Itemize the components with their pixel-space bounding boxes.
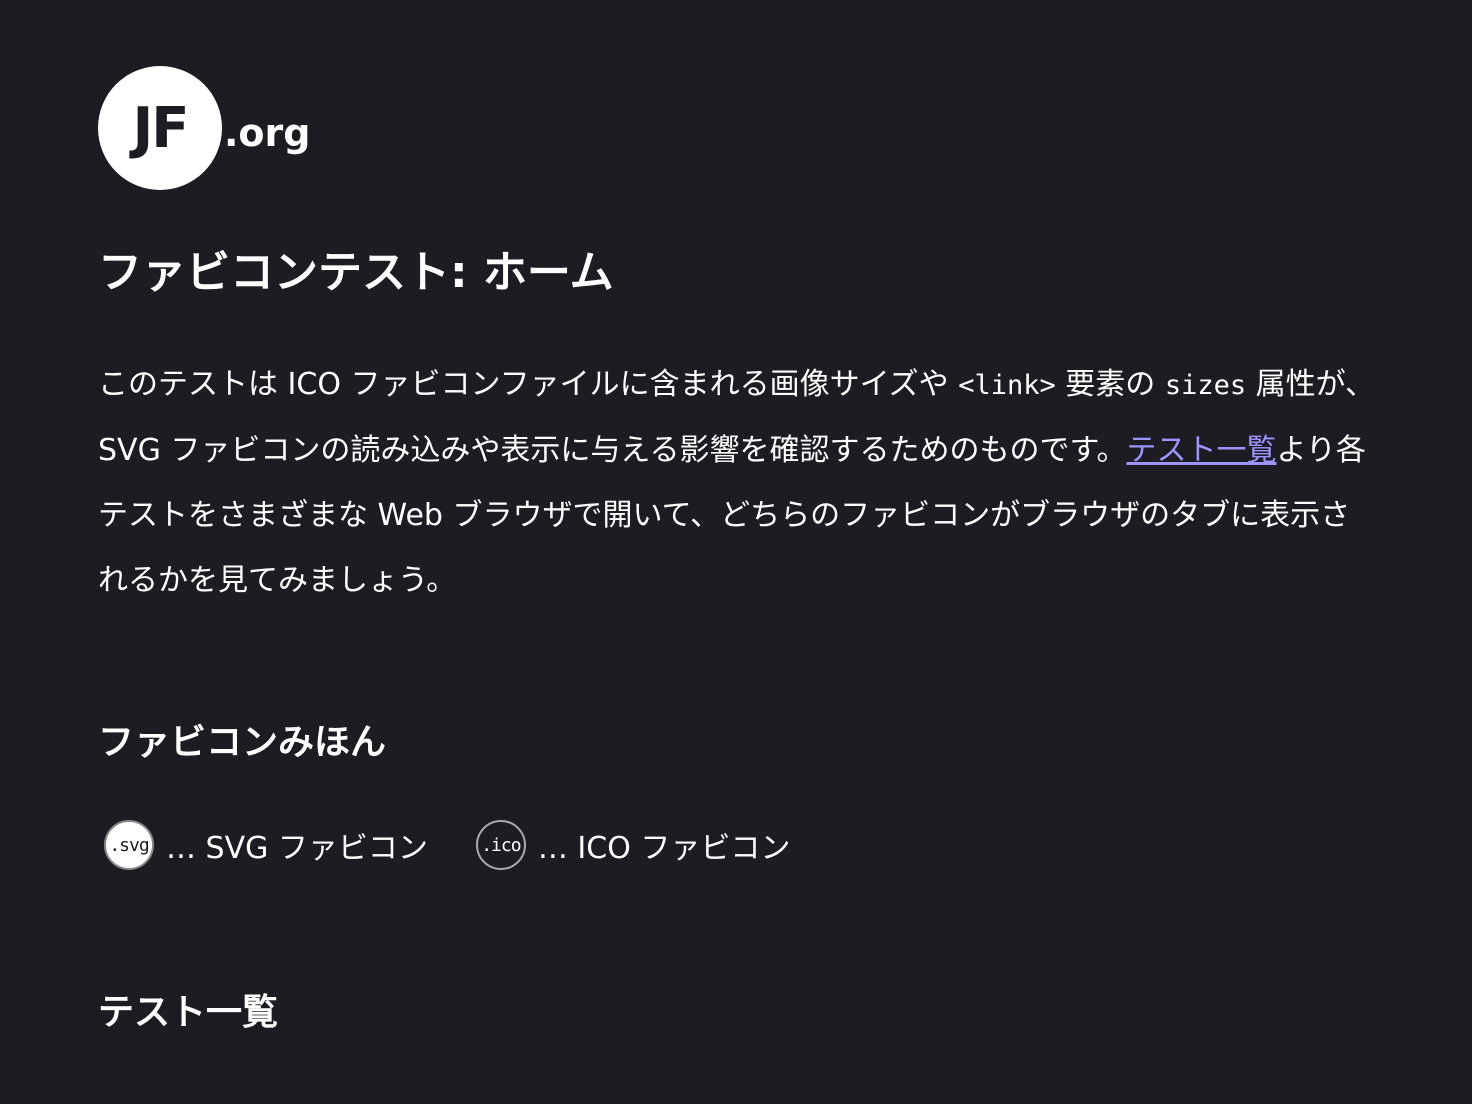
test-list-link[interactable]: テスト一覧 <box>1126 433 1276 468</box>
logo-mark: JF <box>98 66 222 190</box>
favicon-samples: .svg … SVG ファビコン .ico … ICO ファビコン <box>104 820 790 870</box>
sample-label-svg: … SVG ファビコン <box>166 831 428 866</box>
intro-text-2: 要素の <box>1055 367 1165 402</box>
page-title: ファビコンテスト: ホーム <box>98 247 614 298</box>
svg-favicon-icon: .svg <box>104 820 154 870</box>
intro-code-sizes: sizes <box>1164 370 1247 401</box>
ico-favicon-icon: .ico <box>475 820 526 870</box>
intro-code-link: <link> <box>958 370 1056 401</box>
test-list-heading: テスト一覧 <box>98 992 279 1033</box>
logo-suffix: .org <box>224 111 311 155</box>
sample-heading: ファビコンみほん <box>98 722 387 763</box>
sample-item-svg: .svg … SVG ファビコン <box>104 820 428 870</box>
intro-text-1: このテストは ICO ファビコンファイルに含まれる画像サイズや <box>98 367 959 402</box>
sample-label-ico: … ICO ファビコン <box>537 831 791 866</box>
site-logo[interactable]: JF .org <box>98 66 310 190</box>
intro-paragraph: このテストは ICO ファビコンファイルに含まれる画像サイズや <link> 要… <box>98 352 1378 613</box>
sample-item-ico: .ico … ICO ファビコン <box>475 820 791 870</box>
page: JF .org ファビコンテスト: ホーム このテストは ICO ファビコンファ… <box>0 0 1472 1104</box>
